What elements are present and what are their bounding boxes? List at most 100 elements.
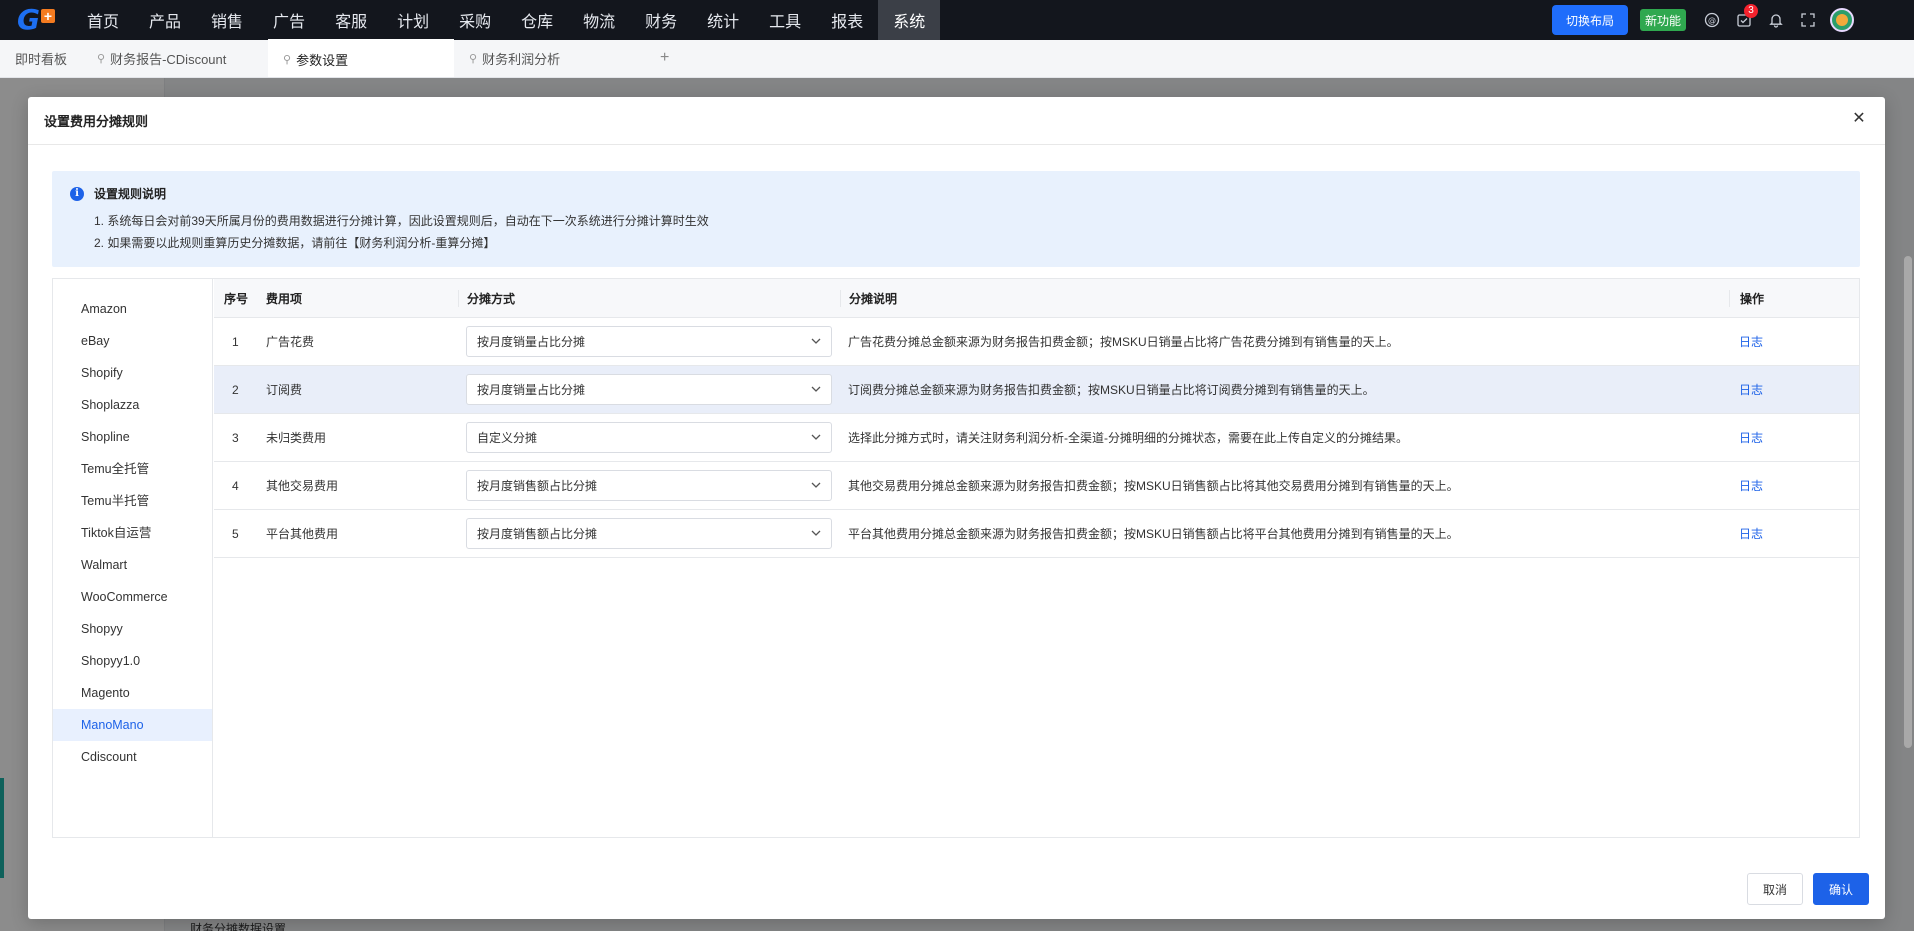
nav-item[interactable]: 采购 [444,0,506,40]
header-seq: 序号 [224,291,249,306]
channel-item[interactable]: Shopline [53,421,212,453]
pin-icon: ⚲ [97,52,106,65]
channel-item[interactable]: ManoMano [53,709,212,741]
nav-item[interactable]: 工具 [754,0,816,40]
allocation-mode-select[interactable]: 按月度销售额占比分摊 [466,518,832,549]
row-description: 选择此分摊方式时，请关注财务利润分析-全渠道-分摊明细的分摊状态，需要在此上传自… [848,431,1408,445]
tab-label: 即时看板 [15,51,68,67]
pin-icon: ⚲ [469,52,478,65]
channel-list: Amazon eBay Shopify Shoplazza Shopline Temu全托… [53,279,213,837]
nav-item[interactable]: 统计 [692,0,754,40]
help-icon[interactable]: @ [1696,0,1728,40]
channel-item[interactable]: Tiktok自运营 [53,517,212,549]
header-desc: 分摊说明 [840,289,1729,307]
row-seq: 4 [232,478,239,493]
row-seq: 3 [232,430,239,445]
page-tab[interactable]: 即时看板 [0,39,82,77]
log-link[interactable]: 日志 [1739,431,1763,445]
allocation-mode-select[interactable]: 自定义分摊 [466,422,832,453]
info-icon: i [70,186,84,201]
bell-icon[interactable] [1760,0,1792,40]
channel-item[interactable]: Magento [53,677,212,709]
scrollbar-thumb[interactable] [1904,256,1912,748]
nav-item[interactable]: 产品 [134,0,196,40]
row-description: 广告花费分摊总金额来源为财务报告扣费金额；按MSKU日销量占比将广告花费分摊到有… [848,335,1399,349]
allocation-mode-select[interactable]: 按月度销售额占比分摊 [466,470,832,501]
dialog-header: 设置费用分摊规则 [28,97,1885,145]
row-description: 其他交易费用分摊总金额来源为财务报告扣费金额；按MSKU日销售额占比将其他交易费… [848,479,1459,493]
channel-item[interactable]: Amazon [53,293,212,325]
allocation-table: 序号 费用项 分摊方式 分摊说明 操作 1 广告花费 按月度销量占比分摊 广告花费分摊… [214,279,1859,558]
nav-item[interactable]: 仓库 [506,0,568,40]
close-icon[interactable]: ✕ [1849,109,1869,129]
nav-item[interactable]: 客服 [320,0,382,40]
row-op-cell: 日志 [1729,477,1859,494]
rules-notice: i 设置规则说明 1. 系统每日会对前39天所属月份的费用数据进行分摊计算，因此… [52,171,1860,267]
main-menu: 首页 产品 销售 广告 客服 计划 采购 仓库 物流 财务 统计 工具 报表 系统 [72,0,941,40]
task-icon[interactable]: 3 [1728,0,1760,40]
table-row: 3 未归类费用 自定义分摊 选择此分摊方式时，请关注财务利润分析-全渠道-分摊明细的分… [214,414,1859,462]
nav-tools: 切换布局 新功能 @ 3 [1551,0,1914,40]
row-op-cell: 日志 [1729,381,1859,398]
nav-item[interactable]: 计划 [382,0,444,40]
nav-item[interactable]: 首页 [72,0,134,40]
page-tabs: 即时看板 ⚲ 财务报告-CDiscount ⚲ 参数设置 ⚲ 财务利润分析 + [0,39,1914,78]
log-link[interactable]: 日志 [1739,527,1763,541]
row-fee-item: 平台其他费用 [266,527,339,541]
pin-icon: ⚲ [283,53,292,66]
row-op-cell: 日志 [1729,429,1859,446]
nav-item[interactable]: 销售 [196,0,258,40]
user-avatar[interactable] [1830,8,1854,32]
row-fee-item: 未归类费用 [266,431,327,445]
row-op-cell: 日志 [1729,333,1859,350]
allocation-mode-select[interactable]: 按月度销量占比分摊 [466,374,832,405]
page-tab[interactable]: ⚲ 参数设置 [268,39,455,77]
nav-item[interactable]: 广告 [258,0,320,40]
row-description: 订阅费分摊总金额来源为财务报告扣费金额；按MSKU日销量占比将订阅费分摊到有销售… [848,383,1375,397]
tab-label: 参数设置 [296,52,349,68]
svg-text:@: @ [1708,16,1716,25]
channel-item[interactable]: eBay [53,325,212,357]
nav-item[interactable]: 财务 [630,0,692,40]
allocation-mode-select[interactable]: 按月度销量占比分摊 [466,326,832,357]
channel-item[interactable]: Shoplazza [53,389,212,421]
channel-item[interactable]: Temu半托管 [53,485,212,517]
header-op: 操作 [1729,289,1859,307]
channel-item[interactable]: WooCommerce [53,581,212,613]
log-link[interactable]: 日志 [1739,383,1763,397]
nav-item[interactable]: 报表 [816,0,878,40]
nav-item[interactable]: 系统 [878,0,941,40]
channel-item[interactable]: Shopyy [53,613,212,645]
table-header: 序号 费用项 分摊方式 分摊说明 操作 [214,279,1859,318]
channel-item[interactable]: Walmart [53,549,212,581]
top-navigation: G + 首页 产品 销售 广告 客服 计划 采购 仓库 物流 财务 统计 工具 报表 系统 切换布局 新功能… [0,0,1914,40]
app-logo[interactable]: G + [0,0,72,40]
log-link[interactable]: 日志 [1739,335,1763,349]
table-row: 2 订阅费 按月度销量占比分摊 订阅费分摊总金额来源为财务报告扣费金额；按MSKU日销… [214,366,1859,414]
cancel-button[interactable]: 取消 [1746,873,1803,905]
select-value: 按月度销售额占比分摊 [477,527,598,541]
allocation-rules-dialog: 设置费用分摊规则 ✕ i 设置规则说明 1. 系统每日会对前39天所属月份的费用… [28,97,1885,919]
nav-item[interactable]: 物流 [568,0,630,40]
switch-layout-button[interactable]: 切换布局 [1551,5,1628,35]
channel-item[interactable]: Temu全托管 [53,453,212,485]
add-tab-icon[interactable]: + [640,39,689,77]
page-scrollbar[interactable] [1902,78,1914,931]
row-mode-cell: 按月度销售额占比分摊 [458,518,840,549]
channel-item[interactable]: Shopify [53,357,212,389]
header-item: 费用项 [266,291,303,306]
new-feature-button[interactable]: 新功能 [1639,9,1686,31]
fullscreen-icon[interactable] [1792,0,1824,40]
page-tab[interactable]: ⚲ 财务利润分析 [454,39,640,77]
confirm-button[interactable]: 确认 [1812,873,1869,905]
page-tab[interactable]: ⚲ 财务报告-CDiscount [82,39,268,77]
chevron-down-icon [811,528,821,539]
channel-item[interactable]: Cdiscount [53,741,212,773]
row-mode-cell: 按月度销量占比分摊 [458,326,840,357]
row-fee-item: 订阅费 [266,383,303,397]
notice-line: 1. 系统每日会对前39天所属月份的费用数据进行分摊计算，因此设置规则后，自动在… [94,214,709,228]
row-seq: 5 [232,526,239,541]
log-link[interactable]: 日志 [1739,479,1763,493]
table-body: 1 广告花费 按月度销量占比分摊 广告花费分摊总金额来源为财务报告扣费金额；按MSKU… [214,318,1859,558]
channel-item[interactable]: Shopyy1.0 [53,645,212,677]
